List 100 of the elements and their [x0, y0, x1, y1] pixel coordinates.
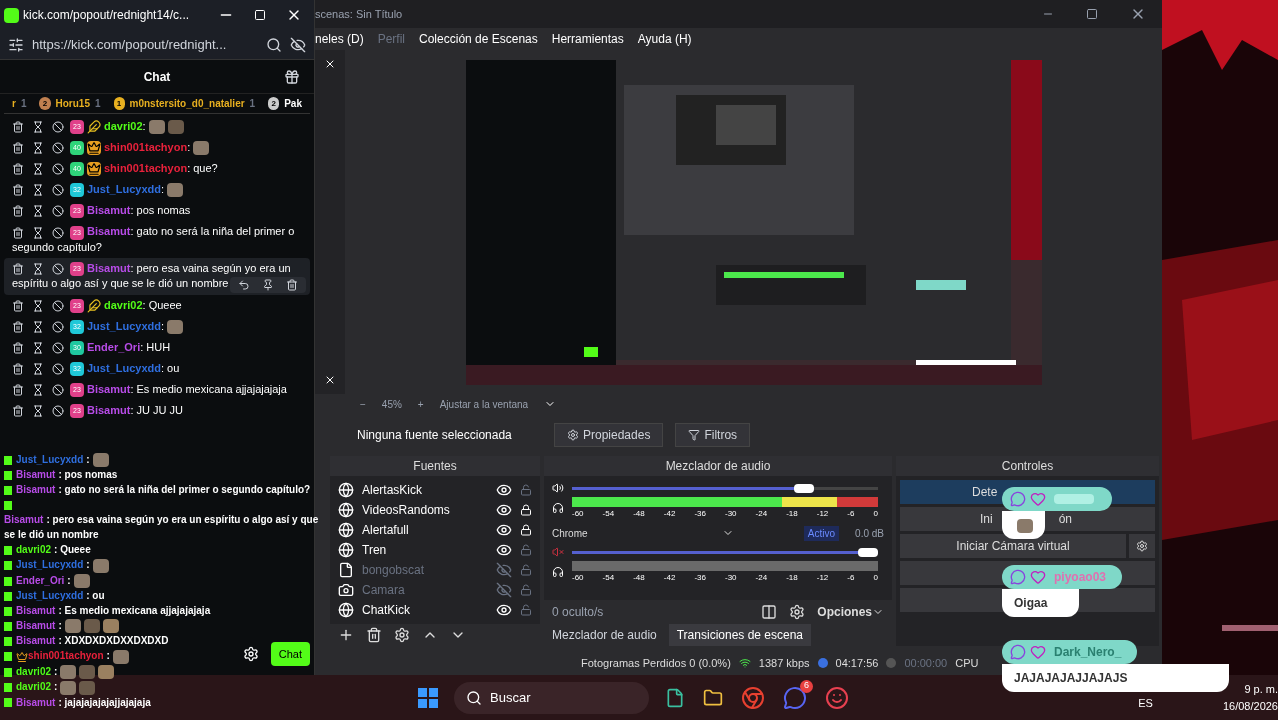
username: Bisamut — [16, 605, 56, 617]
scale-label: 0 — [873, 572, 878, 585]
message-text: : — [67, 574, 71, 586]
rank-badge: 2 — [39, 97, 51, 110]
channel-name: Chrome — [552, 526, 589, 541]
message-text: : — [160, 183, 165, 196]
message-text: : — [160, 319, 165, 332]
alert-username: piyoao03 — [1054, 569, 1107, 586]
username: Just_Lucyxdd — [16, 454, 84, 465]
message-text: : gato no será la niña del primer o segundo capítulo? — [58, 484, 311, 496]
dock-title: Mezclador de audio — [665, 458, 771, 476]
scale-label: -48 — [633, 572, 645, 585]
message-text: : pero esa vaina según yo era un — [130, 261, 291, 274]
rank-badge: 1 — [113, 97, 125, 110]
message-text: : — [86, 559, 90, 571]
username: Just_Lucyxdd — [16, 590, 84, 602]
message-text: : XDXDXDXDXXDXDXD — [58, 635, 169, 647]
leaderboard-name: m0nstersito_d0_natalier — [129, 97, 245, 111]
message-text: : Es medio mexicana ajjajajajaja — [130, 383, 287, 396]
scale-label: -6 — [847, 572, 855, 585]
username: Bisamut — [16, 469, 56, 481]
message-text: se le dió un nombre — [4, 528, 99, 543]
username: davri02 — [16, 665, 52, 677]
message-text: : pos nomas — [58, 469, 118, 481]
message-text: : — [142, 120, 146, 132]
scale-label: -36 — [694, 508, 706, 521]
scale-label: -30 — [724, 572, 737, 585]
message-text: : — [86, 454, 90, 465]
message-text: : — [54, 665, 58, 677]
scale-label: -60 — [572, 572, 584, 585]
username: Ender_Ori — [16, 574, 65, 586]
message-text: : HUH — [140, 340, 171, 353]
stream-time: 04:17:56 — [835, 655, 879, 671]
volume-reading: 0.0 dB — [855, 526, 884, 541]
username: Bisamut — [4, 514, 44, 526]
hidden-count: 0 oculto/s — [552, 604, 605, 622]
scale-label: -54 — [602, 508, 615, 521]
username: shin001tachyon — [28, 650, 104, 662]
scale-label: -30 — [724, 508, 737, 521]
message-text: : ou — [160, 361, 180, 374]
username: Bisamut — [16, 620, 56, 632]
message-text: : Es medio mexicana ajjajajajaja — [58, 605, 211, 617]
username: Bisamut — [16, 484, 56, 496]
dock-title: Controles — [1001, 458, 1054, 476]
scale-label: -42 — [663, 508, 676, 521]
scale-label: -12 — [816, 572, 829, 585]
message-text: espíritu o algo así y que se le dió un nombre — [12, 275, 229, 291]
message-text: : — [106, 650, 110, 662]
bitrate: 1387 kbps — [758, 655, 810, 671]
scale-label: -18 — [786, 572, 798, 585]
zoom-level: 45% — [381, 397, 402, 412]
leaderboard-name: Pak — [284, 97, 302, 111]
message-text: : jajajajajajajjajajaja — [58, 696, 151, 708]
message-text: : — [54, 681, 58, 693]
alert-text: JAJAJAJAJJAJAJS — [1014, 671, 1129, 685]
notification-badge: 6 — [800, 679, 813, 693]
scale-label: -6 — [847, 508, 855, 521]
message-text: segundo capítulo? — [12, 239, 102, 255]
message-text: : gato no será la niña del primer o — [130, 225, 295, 238]
scale-label: 0 — [873, 508, 878, 521]
window-title: kick.com/popout/rednight14/c... — [23, 7, 191, 24]
clock-time: 9 p. m. — [1244, 682, 1278, 697]
scale-label: -18 — [786, 508, 798, 521]
scale-label: -42 — [663, 572, 676, 585]
message-text: : — [58, 620, 62, 632]
scale-label: -12 — [816, 508, 829, 521]
message-text: : pos nomas — [130, 204, 191, 217]
clock-date: 16/08/2026 — [1222, 698, 1278, 714]
alert-text: Oigaa — [1014, 596, 1049, 610]
message-text: : que? — [187, 162, 218, 175]
username: Just_Lucyxdd — [16, 559, 84, 571]
rank-badge: 2 — [268, 97, 280, 110]
message-text: : Queee — [142, 298, 182, 311]
message-text: : JU JU JU — [130, 404, 183, 417]
message-text: : ou — [86, 590, 105, 602]
cpu-label: CPU — [955, 655, 979, 671]
gift-count: 1 — [94, 97, 101, 111]
scale-label: -36 — [694, 572, 706, 585]
dock-title: Fuentes — [413, 458, 457, 476]
gift-count: 1 — [249, 97, 256, 111]
window-title: scenas: Sin Título — [315, 6, 404, 22]
status-badge: Activo — [803, 525, 840, 541]
username: Bisamut — [16, 696, 56, 708]
selection-label: Ninguna fuente seleccionada — [357, 427, 513, 445]
record-time: 00:00:00 — [904, 655, 948, 671]
username: Bisamut — [16, 635, 56, 647]
leaderboard-name: Horu15 — [55, 97, 90, 111]
leaderboard-name: r — [12, 97, 16, 111]
scale-label: -24 — [755, 508, 768, 521]
alert-username: Dark_Nero_ — [1054, 644, 1122, 661]
scale-label: -60 — [572, 508, 584, 521]
dropped-frames: Fotogramas Perdidos 0 (0.0%) — [581, 654, 731, 672]
gift-count: 1 — [20, 97, 27, 111]
username: davri02 — [16, 544, 52, 556]
username: davri02 — [16, 681, 52, 693]
scale-label: -24 — [755, 572, 768, 585]
message-text: : — [187, 141, 191, 154]
message-text: : pero esa vaina según yo era un espíritu o algo así y que — [46, 514, 319, 526]
message-text: : Queee — [54, 544, 91, 556]
chat-header: Chat — [143, 68, 171, 86]
